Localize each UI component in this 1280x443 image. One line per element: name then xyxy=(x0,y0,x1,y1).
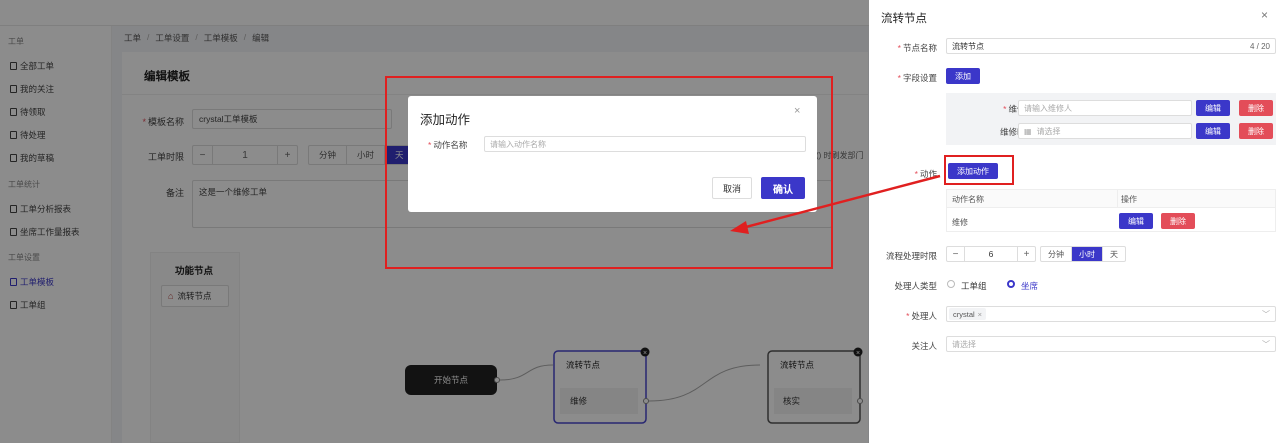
annotation-arrow-layer xyxy=(730,174,941,234)
arrow-head-icon xyxy=(730,221,749,234)
annotation-arrow xyxy=(741,174,941,230)
